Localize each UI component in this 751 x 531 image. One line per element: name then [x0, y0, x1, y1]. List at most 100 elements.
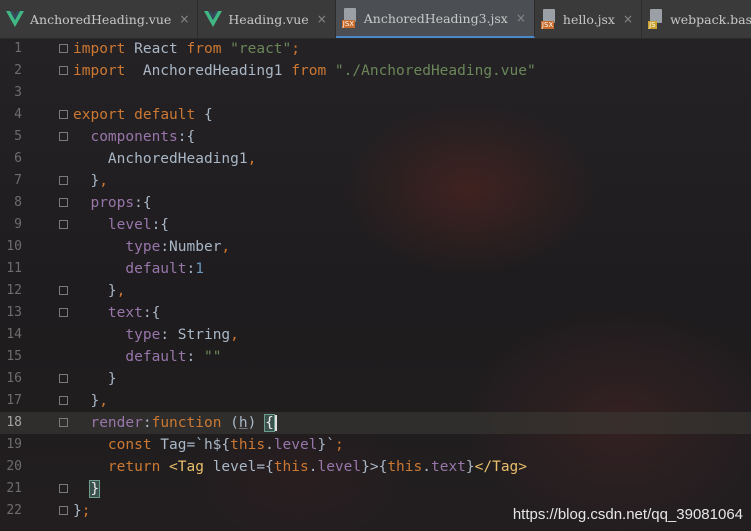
line-number: 10: [6, 239, 22, 254]
code-editor[interactable]: 1 import React from "react"; 2 import Anch…: [0, 38, 751, 522]
fold-icon[interactable]: [59, 308, 68, 317]
fold-icon[interactable]: [59, 220, 68, 229]
code-token: this: [387, 459, 423, 475]
code-token: ): [247, 415, 266, 431]
line-number: 21: [6, 481, 22, 496]
fold-icon[interactable]: [59, 176, 68, 185]
code-token: components: [90, 129, 178, 145]
fold-icon[interactable]: [59, 66, 68, 75]
matched-brace: }: [89, 480, 101, 498]
code-line: 9 level:{: [0, 214, 751, 236]
code-token: }: [465, 459, 475, 475]
tab-anchoredheading3-jsx[interactable]: JSX AnchoredHeading3.jsx ×: [335, 0, 535, 38]
line-number: 13: [6, 305, 22, 320]
line-number: 5: [14, 129, 22, 144]
code-token: export: [73, 107, 126, 123]
fold-icon[interactable]: [59, 198, 68, 207]
code-line: 8 props:{: [0, 192, 751, 214]
jsx-file-icon: JSX: [540, 9, 557, 29]
fold-icon[interactable]: [59, 374, 68, 383]
tab-label: hello.jsx: [562, 11, 615, 27]
close-icon[interactable]: ×: [516, 11, 526, 25]
code-token: "./AnchoredHeading.vue": [334, 63, 536, 79]
code-line-current: 18 render:function (h) {: [0, 412, 751, 434]
line-number: 11: [6, 261, 22, 276]
js-file-icon: JS: [648, 9, 664, 29]
code-token: AnchoredHeading1: [125, 63, 292, 79]
tab-label: Heading.vue: [228, 11, 309, 27]
code-token: :: [186, 261, 196, 277]
code-token: : String: [160, 327, 231, 343]
code-token: text: [107, 305, 143, 321]
code-token: this: [230, 437, 266, 453]
line-number: 1: [14, 41, 22, 56]
tab-webpack-base-conf-js[interactable]: JS webpack.base.conf.js: [642, 0, 751, 38]
code-token: ;: [334, 437, 344, 453]
code-token: h: [238, 415, 248, 431]
vue-icon: [6, 11, 24, 27]
close-icon[interactable]: ×: [179, 12, 189, 26]
code-line: 1 import React from "react";: [0, 38, 751, 60]
line-number: 20: [6, 459, 22, 474]
fold-icon[interactable]: [59, 132, 68, 141]
matched-brace: {: [264, 414, 275, 432]
code-line: 5 components:{: [0, 126, 751, 148]
fold-icon[interactable]: [59, 506, 68, 515]
code-line: 14 type: String,: [0, 324, 751, 346]
code-token: "react": [230, 41, 292, 57]
code-token: :{: [151, 217, 170, 233]
fold-icon[interactable]: [59, 484, 68, 493]
code-line: 12 },: [0, 280, 751, 302]
code-token: :{: [177, 129, 196, 145]
code-line: 6 AnchoredHeading1,: [0, 148, 751, 170]
fold-icon[interactable]: [59, 418, 68, 427]
code-token: AnchoredHeading1: [73, 151, 248, 167]
code-token: ;: [81, 503, 91, 519]
code-token: ,: [99, 393, 108, 409]
line-number: 8: [14, 195, 22, 210]
code-token: <Tag: [169, 459, 204, 475]
code-token: from: [291, 63, 327, 79]
code-line: 20 return <Tag level={this.level}>{this.…: [0, 456, 751, 478]
line-number: 7: [14, 173, 22, 188]
code-token: }>{: [361, 459, 388, 475]
code-line: 11 default:1: [0, 258, 751, 280]
fold-icon[interactable]: [59, 110, 68, 119]
fold-icon[interactable]: [59, 44, 68, 53]
code-line: 17 },: [0, 390, 751, 412]
close-icon[interactable]: ×: [623, 12, 633, 26]
jsx-file-icon: JSX: [341, 8, 358, 28]
code-token: :Number: [160, 239, 222, 255]
code-token: render: [90, 415, 143, 431]
code-line: 4 export default {: [0, 104, 751, 126]
line-number: 9: [14, 217, 22, 232]
code-token: level: [317, 459, 362, 475]
code-line: 15 default: "": [0, 346, 751, 368]
code-token: default: [125, 261, 187, 277]
watermark-url: https://blog.csdn.net/qq_39081064: [512, 506, 743, 523]
code-token: level={: [203, 459, 274, 475]
code-token: ,: [230, 327, 239, 343]
tab-heading-vue[interactable]: Heading.vue ×: [198, 0, 336, 38]
close-icon[interactable]: ×: [317, 12, 327, 26]
tab-hello-jsx[interactable]: JSX hello.jsx ×: [535, 0, 643, 38]
vue-icon: [204, 11, 223, 27]
fold-icon[interactable]: [59, 286, 68, 295]
code-token: this: [273, 459, 309, 475]
code-line: 19 const Tag=`h${this.level}`;: [0, 434, 751, 456]
tab-label: AnchoredHeading3.jsx: [363, 10, 508, 26]
line-number: 14: [6, 327, 22, 342]
fold-icon[interactable]: [59, 396, 68, 405]
tab-anchoredheading-vue[interactable]: AnchoredHeading.vue ×: [0, 0, 199, 38]
